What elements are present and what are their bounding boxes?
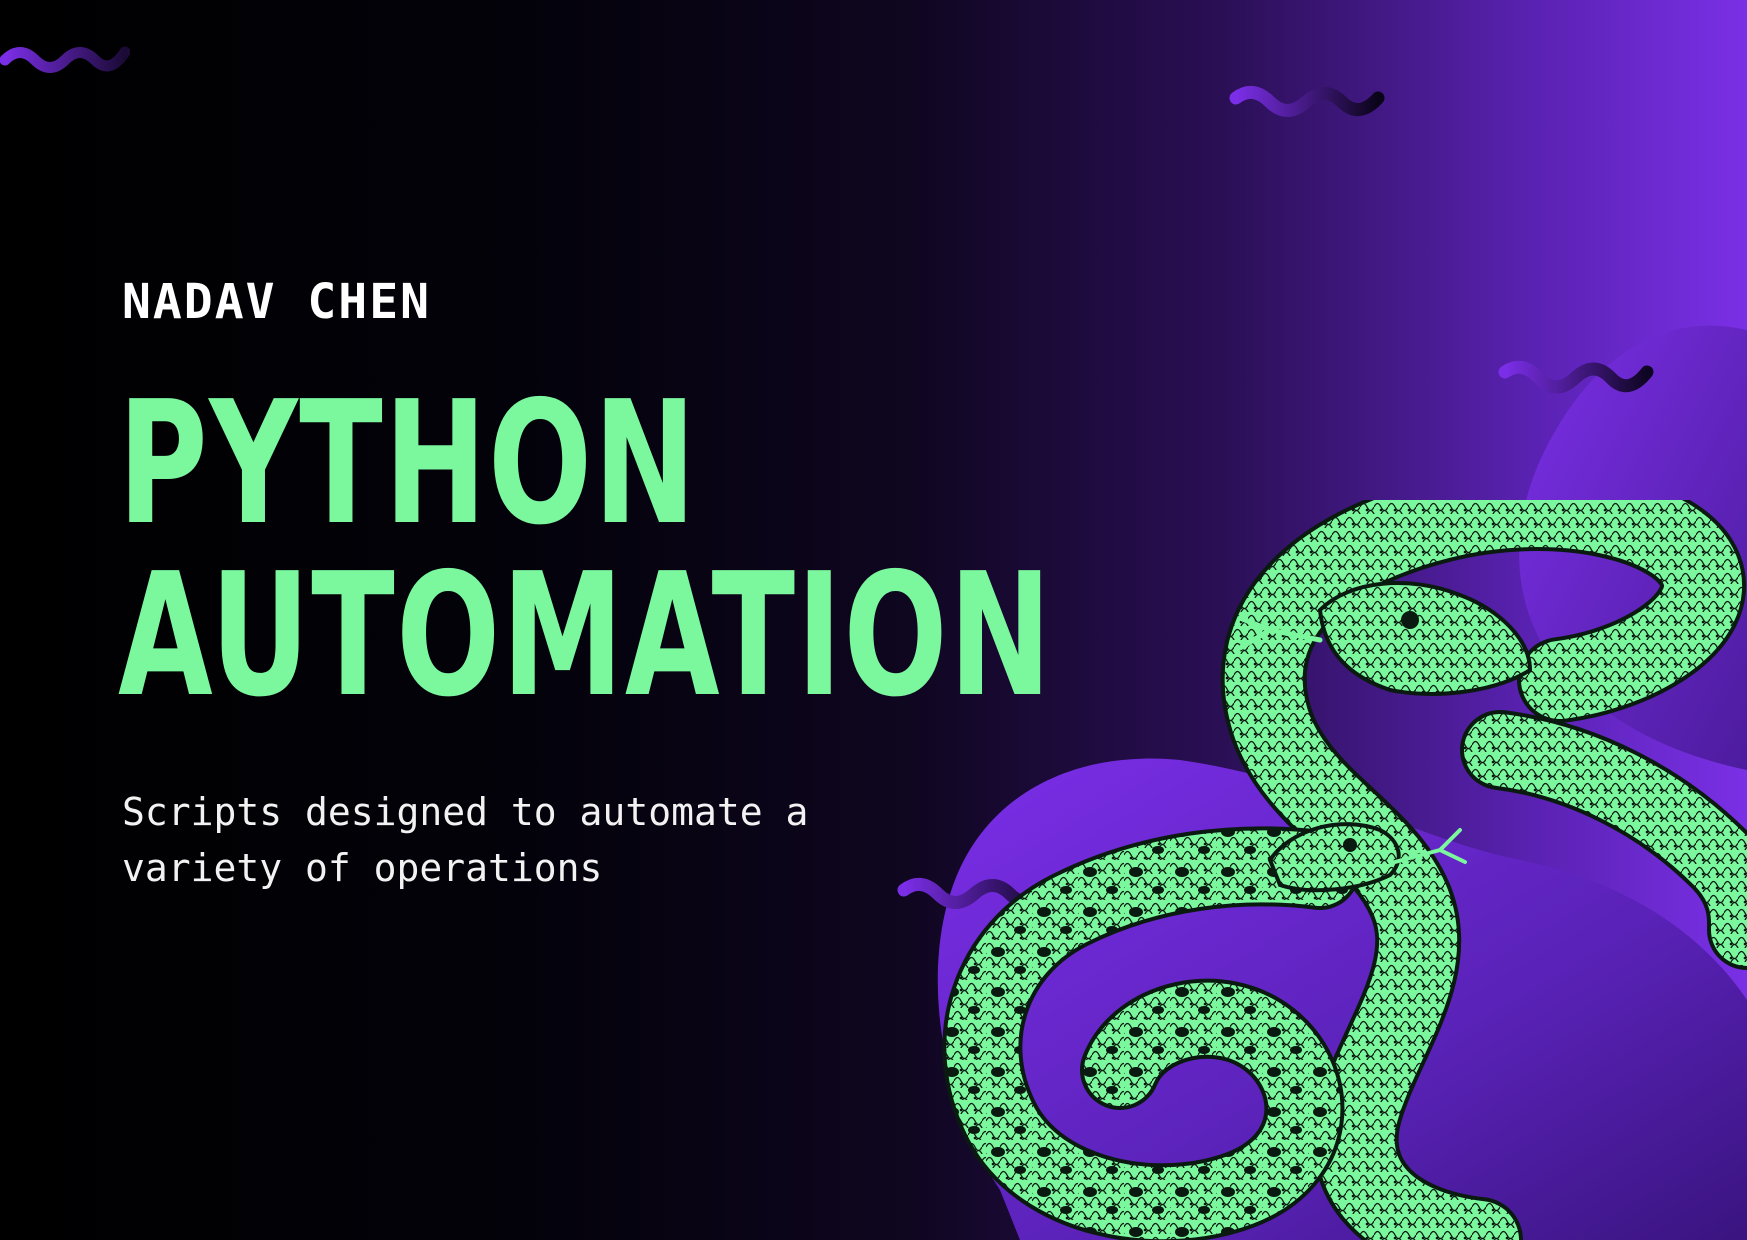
squiggle-right [1498, 360, 1654, 394]
title-line-1: PYTHON [118, 365, 698, 563]
squiggle-top-left [0, 46, 130, 73]
author-name: NADAV CHEN [122, 274, 431, 330]
squiggle-top-middle [1229, 85, 1385, 117]
subtitle: Scripts designed to automate a variety o… [122, 790, 809, 890]
presentation-title: PYTHON AUTOMATION [118, 378, 1053, 722]
title-line-2: AUTOMATION [118, 537, 1053, 735]
snake-illustration [942, 500, 1747, 1240]
